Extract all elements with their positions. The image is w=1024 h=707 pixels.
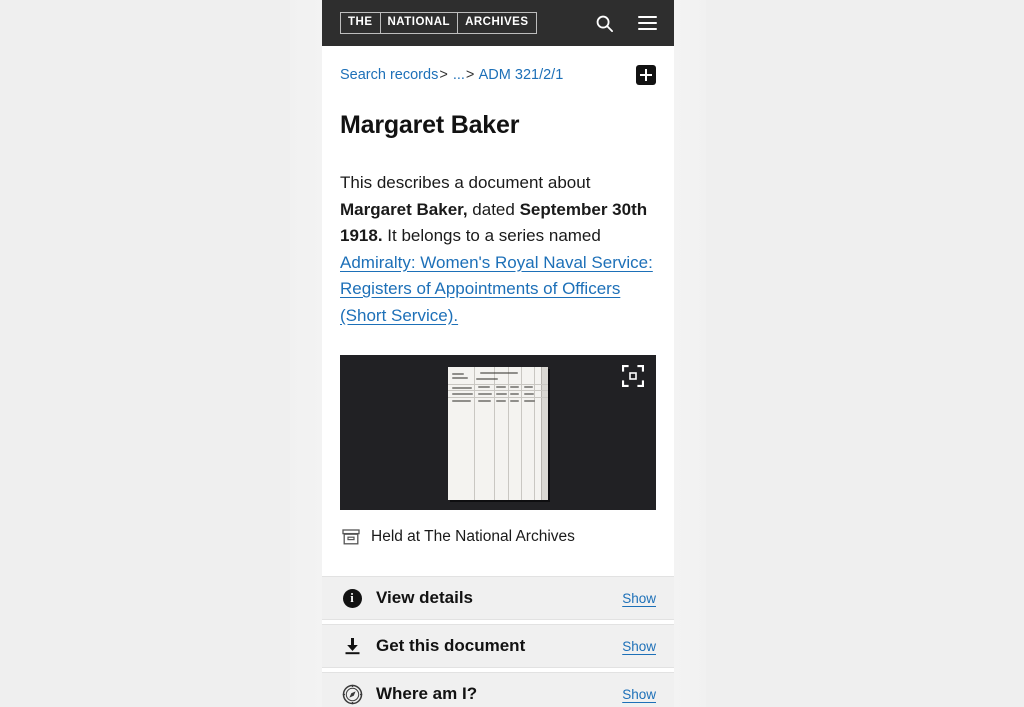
download-icon-wrap	[340, 637, 364, 655]
accordion-show-where-am-i[interactable]: Show	[622, 687, 656, 702]
accordion-label-get-this-document: Get this document	[376, 636, 526, 655]
fullscreen-expand-icon	[621, 364, 645, 388]
held-at-label: Held at The National Archives	[371, 528, 575, 545]
menu-button[interactable]	[634, 10, 660, 36]
logo-word-the: THE	[341, 13, 381, 33]
breadcrumb-adm-reference[interactable]: ADM 321/2/1	[479, 67, 564, 83]
compass-icon-wrap	[340, 684, 364, 705]
archive-box-icon	[342, 529, 360, 545]
description-dated-word: dated	[467, 199, 520, 219]
fullscreen-button[interactable]	[621, 364, 645, 388]
record-description: This describes a document about Margaret…	[340, 170, 656, 329]
page-title: Margaret Baker	[340, 111, 520, 139]
site-header: THE NATIONAL ARCHIVES	[322, 0, 674, 46]
record-content: Search records> ...> ADM 321/2/1 Margare…	[322, 46, 674, 568]
mobile-viewport: THE NATIONAL ARCHIVES Search records> ..…	[322, 0, 674, 707]
accordion-row-get-this-document[interactable]: Get this document Show	[322, 624, 674, 668]
accordion-row-where-am-i[interactable]: Where am I? Show	[322, 672, 674, 707]
accordion-label-view-details: View details	[376, 588, 474, 607]
breadcrumb-separator-1: >	[439, 66, 448, 83]
browser-page-background: THE NATIONAL ARCHIVES Search records> ..…	[0, 0, 1024, 707]
download-icon	[345, 638, 359, 655]
breadcrumb: Search records> ...> ADM 321/2/1	[340, 66, 563, 85]
document-image-viewer[interactable]	[340, 355, 656, 510]
breadcrumb-row: Search records> ...> ADM 321/2/1	[340, 46, 656, 89]
accordion-show-get-this-document[interactable]: Show	[622, 639, 656, 654]
info-circle-icon: i	[340, 588, 364, 608]
accordion-label-where-am-i: Where am I?	[376, 684, 478, 703]
description-person-name: Margaret Baker,	[340, 199, 468, 219]
logo-word-archives: ARCHIVES	[465, 16, 529, 29]
logo-word-national: NATIONAL	[381, 13, 459, 33]
header-actions	[591, 10, 660, 36]
accordion-sections: i View details Show Get this document Sh…	[322, 576, 674, 707]
breadcrumb-search-records[interactable]: Search records	[340, 67, 438, 83]
accordion-show-view-details[interactable]: Show	[622, 591, 656, 606]
page-edge	[541, 367, 548, 500]
accordion-row-view-details[interactable]: i View details Show	[322, 576, 674, 620]
search-icon	[596, 15, 613, 32]
add-to-collection-button[interactable]	[636, 65, 656, 85]
breadcrumb-separator-2: >	[465, 66, 475, 83]
description-lead: This describes a document about	[340, 173, 591, 192]
search-button[interactable]	[591, 10, 617, 36]
series-link[interactable]: Admiralty: Women's Royal Naval Service: …	[340, 253, 653, 325]
scanned-ledger-page	[448, 367, 548, 500]
held-at-row: Held at The National Archives	[340, 510, 656, 568]
compass-icon	[342, 684, 362, 704]
hamburger-menu-icon	[637, 13, 657, 34]
breadcrumb-ellipsis[interactable]: ...	[453, 67, 465, 83]
description-belongs: It belongs to a series named	[382, 226, 601, 245]
national-archives-logo[interactable]: THE NATIONAL ARCHIVES	[340, 12, 537, 34]
